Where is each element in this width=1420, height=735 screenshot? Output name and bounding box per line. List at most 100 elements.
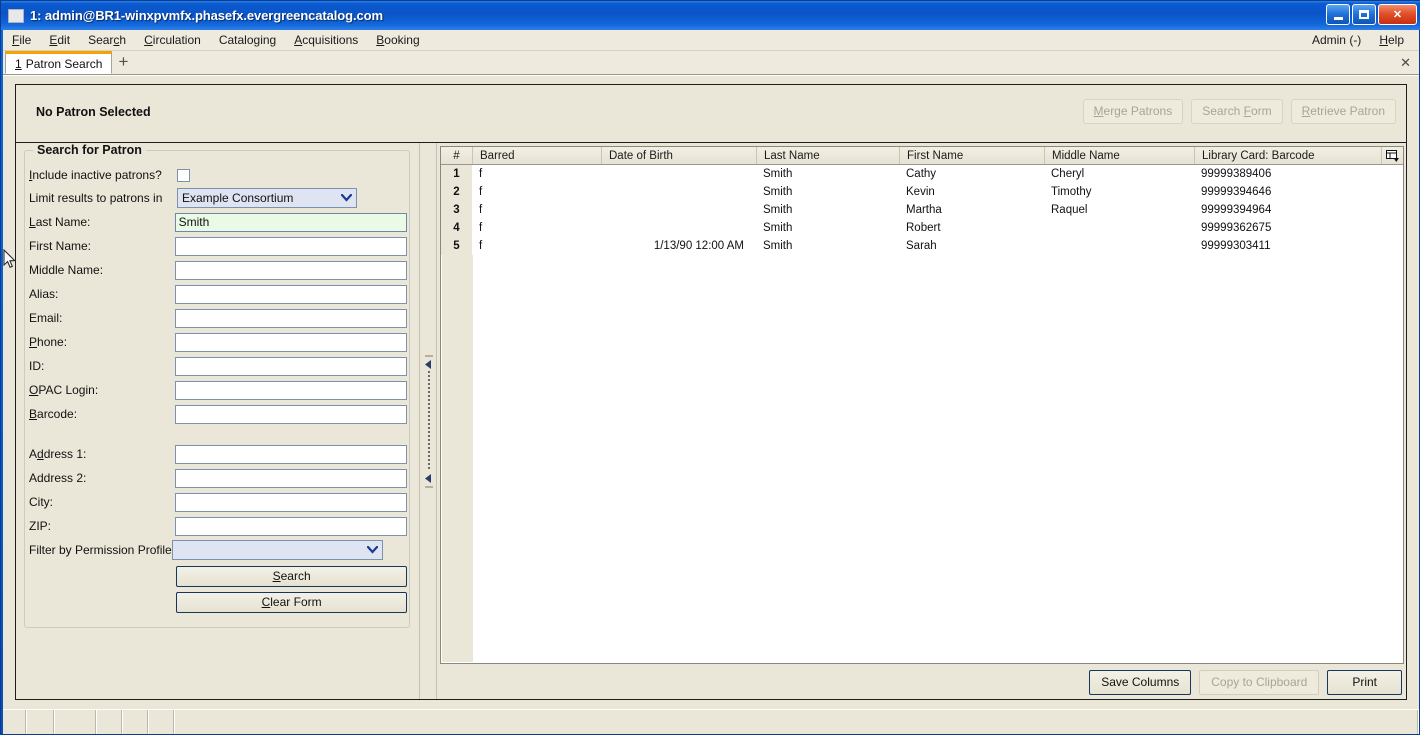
opac-login-input[interactable] <box>174 380 407 400</box>
table-row[interactable]: 4 f Smith Robert 99999362675 <box>441 219 1403 237</box>
save-columns-button[interactable]: Save Columns <box>1089 670 1192 695</box>
minimize-button[interactable] <box>1326 4 1350 25</box>
id-label: ID: <box>29 359 45 373</box>
alias-label: Alias: <box>29 287 59 301</box>
tab-patron-search[interactable]: 1 Patron Search <box>5 51 113 74</box>
collapse-left-icon-2[interactable] <box>424 473 434 483</box>
limit-results-select[interactable]: Example Consortium <box>177 188 357 208</box>
cell-row-number: 2 <box>441 183 472 201</box>
system-menu-icon[interactable] <box>8 8 24 23</box>
include-inactive-checkbox[interactable] <box>177 168 190 182</box>
cell-date-of-birth <box>601 183 756 201</box>
column-header-date-of-birth[interactable]: Date of Birth <box>601 147 756 164</box>
table-row[interactable]: 3 f Smith Martha Raquel 99999394964 <box>441 201 1403 219</box>
cell-first-name: Sarah <box>899 237 1044 255</box>
close-window-icon[interactable]: ✕ <box>1378 4 1417 25</box>
menu-file[interactable]: File <box>3 31 40 50</box>
cell-library-card-barcode: 99999394646 <box>1194 183 1403 201</box>
table-row[interactable]: 1 f Smith Cathy Cheryl 99999389406 <box>441 165 1403 183</box>
menu-edit[interactable]: Edit <box>40 31 79 50</box>
email-input[interactable] <box>174 308 407 328</box>
cell-barred: f <box>472 237 601 255</box>
search-button[interactable]: Search <box>176 565 407 587</box>
last-name-label: Last Name: <box>29 215 91 229</box>
middle-name-input[interactable] <box>174 260 407 280</box>
include-inactive-label: Include inactive patrons? <box>29 168 162 182</box>
zip-label: ZIP: <box>29 519 52 533</box>
id-input[interactable] <box>174 356 407 376</box>
patron-status-label: No Patron Selected <box>36 105 151 119</box>
splitter-grip <box>428 371 430 471</box>
alias-input[interactable] <box>174 284 407 304</box>
column-header-middle-name[interactable]: Middle Name <box>1044 147 1194 164</box>
cell-barred: f <box>472 165 601 183</box>
cell-first-name: Cathy <box>899 165 1044 183</box>
retrieve-patron-button[interactable]: Retrieve Patron <box>1290 99 1396 124</box>
menu-acquisitions[interactable]: Acquisitions <box>285 31 367 50</box>
window-controls: ✕ <box>1326 4 1417 25</box>
status-segment-main <box>175 710 1419 734</box>
column-header-first-name[interactable]: First Name <box>899 147 1044 164</box>
chevron-down-icon <box>364 542 381 558</box>
merge-patrons-button[interactable]: Merge Patrons <box>1082 99 1184 124</box>
cell-date-of-birth <box>601 201 756 219</box>
search-pane: Search for Patron Include inactive patro… <box>16 143 418 699</box>
content-area: No Patron Selected Merge Patrons Search … <box>3 75 1419 709</box>
cell-first-name: Martha <box>899 201 1044 219</box>
menu-booking[interactable]: Booking <box>367 31 428 50</box>
menu-help[interactable]: Help <box>1370 31 1413 50</box>
permission-profile-select[interactable] <box>172 540 383 560</box>
status-bar <box>3 709 1419 734</box>
address1-label: Address 1: <box>29 447 87 461</box>
copy-to-clipboard-button[interactable]: Copy to Clipboard <box>1199 670 1320 695</box>
last-name-input[interactable] <box>174 212 407 232</box>
address2-input[interactable] <box>174 468 407 488</box>
email-label: Email: <box>29 311 63 325</box>
table-row[interactable]: 5 f 1/13/90 12:00 AM Smith Sarah 9999930… <box>441 237 1403 255</box>
search-form-button[interactable]: Search Form <box>1191 99 1283 124</box>
cell-library-card-barcode: 99999389406 <box>1194 165 1403 183</box>
menu-circulation[interactable]: Circulation <box>135 31 210 50</box>
phone-input[interactable] <box>174 332 407 352</box>
cell-first-name: Kevin <box>899 183 1044 201</box>
cell-library-card-barcode: 99999394964 <box>1194 201 1403 219</box>
cell-date-of-birth <box>601 219 756 237</box>
permission-profile-label: Filter by Permission Profile: <box>29 543 176 557</box>
cell-library-card-barcode: 99999362675 <box>1194 219 1403 237</box>
collapse-left-icon[interactable] <box>424 359 434 369</box>
column-header-barred[interactable]: Barred <box>472 147 601 164</box>
pane-splitter[interactable] <box>419 143 437 699</box>
search-for-patron-fieldset: Search for Patron Include inactive patro… <box>24 143 410 628</box>
window-title: 1: admin@BR1-winxpvmfx.phasefx.evergreen… <box>30 8 383 23</box>
first-name-label: First Name: <box>29 239 92 253</box>
barcode-input[interactable] <box>174 404 407 424</box>
column-header-library-card-barcode[interactable]: Library Card: Barcode <box>1194 147 1381 164</box>
cell-last-name: Smith <box>756 237 899 255</box>
status-segment <box>55 710 97 734</box>
phone-label: Phone: <box>29 335 68 349</box>
print-button[interactable]: Print <box>1327 670 1402 695</box>
column-picker-icon[interactable] <box>1381 147 1403 164</box>
address1-input[interactable] <box>174 444 407 464</box>
status-segment <box>27 710 55 734</box>
menu-search[interactable]: Search <box>79 31 135 50</box>
clear-form-button[interactable]: Clear Form <box>176 591 407 613</box>
menu-admin[interactable]: Admin (-) <box>1303 31 1370 50</box>
city-input[interactable] <box>174 492 407 512</box>
close-tab-icon[interactable]: ✕ <box>1400 55 1411 71</box>
maximize-button[interactable] <box>1352 4 1376 25</box>
zip-input[interactable] <box>174 516 407 536</box>
table-row[interactable]: 2 f Smith Kevin Timothy 99999394646 <box>441 183 1403 201</box>
limit-results-value: Example Consortium <box>182 191 294 205</box>
column-header-last-name[interactable]: Last Name <box>756 147 899 164</box>
grid-header-row: # Barred Date of Birth Last Name First N… <box>441 147 1403 165</box>
status-segment <box>123 710 149 734</box>
barcode-label: Barcode: <box>29 407 78 421</box>
status-segment <box>3 710 27 734</box>
first-name-input[interactable] <box>174 236 407 256</box>
results-pane: # Barred Date of Birth Last Name First N… <box>438 143 1406 699</box>
cell-date-of-birth: 1/13/90 12:00 AM <box>601 237 756 255</box>
new-tab-button[interactable]: + <box>112 51 134 73</box>
column-header-number[interactable]: # <box>441 147 472 164</box>
menu-cataloging[interactable]: Cataloging <box>210 31 285 50</box>
